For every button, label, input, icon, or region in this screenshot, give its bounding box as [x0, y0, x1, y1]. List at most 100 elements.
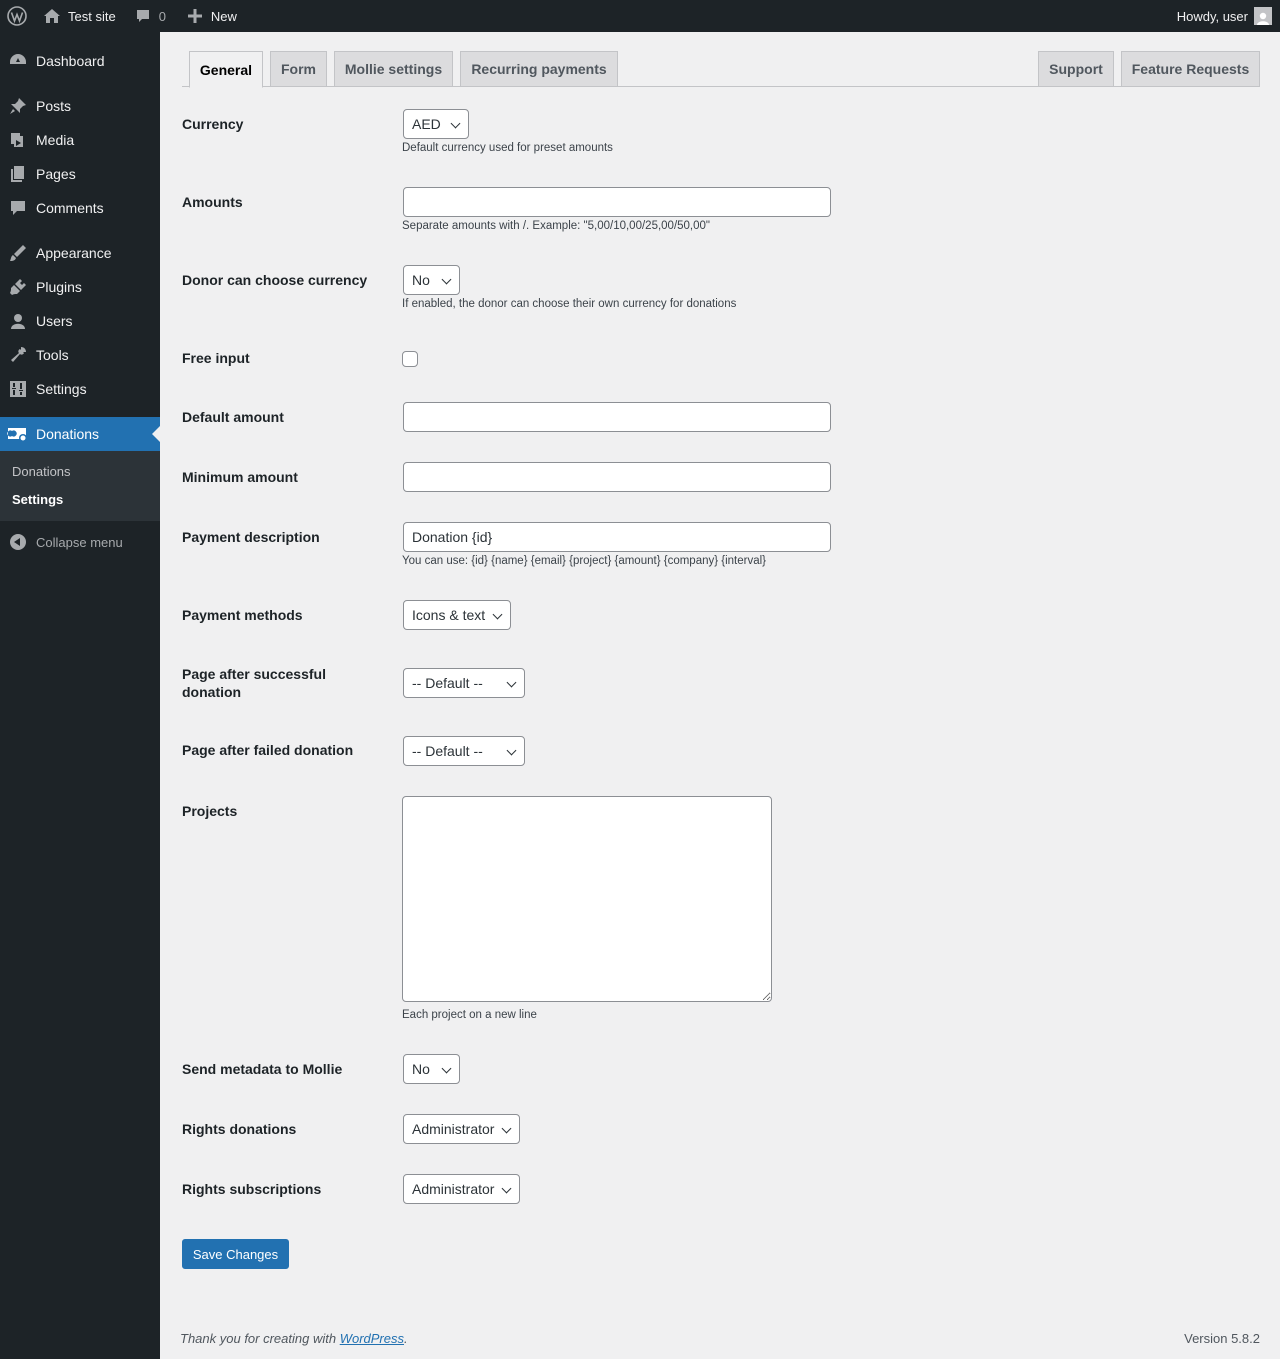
page-success-select[interactable]: -- Default -- — [403, 668, 525, 698]
sidebar-item-plugins[interactable]: Plugins — [0, 270, 160, 304]
tab-form[interactable]: Form — [270, 51, 327, 87]
submenu-item-settings[interactable]: Settings — [12, 492, 63, 507]
wordpress-logo-icon — [7, 6, 27, 26]
sidebar-item-users[interactable]: Users — [0, 304, 160, 338]
tab-support[interactable]: Support — [1038, 51, 1114, 87]
rights-subscriptions-value: Administrator — [412, 1181, 495, 1197]
currency-select[interactable]: AED — [403, 109, 469, 139]
amounts-input[interactable] — [403, 187, 831, 217]
minimum-amount-input[interactable] — [403, 462, 831, 492]
amounts-description: Separate amounts with /. Example: "5,00/… — [402, 220, 711, 232]
user-icon — [0, 312, 36, 330]
projects-textarea[interactable] — [402, 796, 772, 1002]
currency-value: AED — [412, 116, 441, 132]
sidebar-item-label: Tools — [36, 347, 69, 363]
plug-icon — [0, 278, 36, 296]
amounts-label: Amounts — [182, 194, 243, 210]
sidebar-item-donations[interactable]: Donations — [0, 417, 160, 451]
rights-donations-select[interactable]: Administrator — [403, 1114, 520, 1144]
send-metadata-label: Send metadata to Mollie — [182, 1061, 343, 1077]
admin-sidebar: Dashboard Posts Media Pages Comments App… — [0, 32, 160, 1359]
donation-icon — [0, 425, 36, 443]
chevron-down-icon — [450, 118, 461, 129]
donations-submenu: Donations Settings — [0, 451, 160, 521]
payment-description-label: Payment description — [182, 529, 320, 545]
tab-recurring-payments[interactable]: Recurring payments — [460, 51, 618, 87]
wordpress-logo-menu[interactable] — [0, 0, 34, 32]
brush-icon — [0, 244, 36, 262]
payment-description-input[interactable] — [403, 522, 831, 552]
site-name: Test site — [68, 8, 116, 24]
settings-tabs: General Form Mollie settings Recurring p… — [182, 50, 1260, 88]
rights-donations-value: Administrator — [412, 1121, 495, 1137]
page-failed-select[interactable]: -- Default -- — [403, 736, 525, 766]
new-content-link[interactable]: New — [173, 0, 244, 32]
plus-icon — [185, 6, 205, 26]
page-success-value: -- Default -- — [412, 675, 483, 691]
site-name-link[interactable]: Test site — [34, 0, 123, 32]
chevron-down-icon — [501, 1183, 512, 1194]
wrench-icon — [0, 346, 36, 364]
wordpress-link[interactable]: WordPress — [340, 1331, 404, 1346]
account-menu[interactable]: Howdy, user — [1170, 0, 1280, 32]
default-amount-input[interactable] — [403, 402, 831, 432]
collapse-menu-button[interactable]: Collapse menu — [0, 527, 160, 557]
tab-mollie-settings[interactable]: Mollie settings — [334, 51, 453, 87]
sidebar-item-label: Settings — [36, 381, 87, 397]
comments-link[interactable]: 0 — [123, 0, 173, 32]
chevron-down-icon — [506, 745, 517, 756]
donor-currency-description: If enabled, the donor can choose their o… — [402, 298, 737, 310]
sidebar-item-label: Media — [36, 132, 75, 148]
sidebar-item-label: Users — [36, 313, 73, 329]
comment-bubble-icon — [133, 6, 153, 26]
chevron-down-icon — [441, 274, 452, 285]
payment-methods-label: Payment methods — [182, 607, 303, 623]
comments-count: 0 — [158, 8, 166, 24]
sidebar-item-label: Pages — [36, 166, 76, 182]
dashboard-icon — [0, 52, 36, 70]
donor-currency-value: No — [412, 272, 430, 288]
send-metadata-select[interactable]: No — [403, 1054, 460, 1084]
sidebar-item-tools[interactable]: Tools — [0, 338, 160, 372]
sidebar-item-label: Donations — [36, 426, 100, 442]
currency-description: Default currency used for preset amounts — [402, 142, 613, 154]
new-label: New — [210, 8, 237, 24]
submenu-item-donations[interactable]: Donations — [12, 464, 71, 479]
footer-thanks-suffix: . — [404, 1331, 408, 1346]
rights-subscriptions-label: Rights subscriptions — [182, 1181, 322, 1197]
chevron-down-icon — [492, 609, 503, 620]
sidebar-item-comments[interactable]: Comments — [0, 191, 160, 225]
tab-general[interactable]: General — [189, 51, 263, 88]
page-failed-label: Page after failed donation — [182, 742, 354, 758]
chevron-down-icon — [501, 1123, 512, 1134]
free-input-label: Free input — [182, 350, 250, 366]
sidebar-item-label: Posts — [36, 98, 72, 114]
rights-subscriptions-select[interactable]: Administrator — [403, 1174, 520, 1204]
sidebar-item-media[interactable]: Media — [0, 123, 160, 157]
minimum-amount-label: Minimum amount — [182, 469, 298, 485]
howdy-text: Howdy, user — [1176, 8, 1248, 24]
payment-methods-select[interactable]: Icons & text — [403, 600, 511, 630]
sidebar-item-appearance[interactable]: Appearance — [0, 236, 160, 270]
donor-currency-select[interactable]: No — [403, 265, 460, 295]
version-text: Version 5.8.2 — [1184, 1331, 1260, 1346]
chevron-down-icon — [441, 1063, 452, 1074]
default-amount-label: Default amount — [182, 409, 284, 425]
sliders-icon — [0, 380, 36, 398]
donor-currency-label: Donor can choose currency — [182, 272, 368, 288]
sidebar-item-dashboard[interactable]: Dashboard — [0, 44, 160, 78]
tab-feature-requests[interactable]: Feature Requests — [1121, 51, 1260, 87]
sidebar-item-label: Appearance — [36, 245, 112, 261]
sidebar-item-settings[interactable]: Settings — [0, 372, 160, 406]
save-changes-button[interactable]: Save Changes — [182, 1239, 289, 1269]
sidebar-item-posts[interactable]: Posts — [0, 89, 160, 123]
pin-icon — [0, 97, 36, 115]
sidebar-item-pages[interactable]: Pages — [0, 157, 160, 191]
free-input-checkbox[interactable] — [402, 351, 418, 367]
media-icon — [0, 131, 36, 149]
send-metadata-value: No — [412, 1061, 430, 1077]
sidebar-item-label: Comments — [36, 200, 104, 216]
page-success-label: Page after successful donation — [182, 666, 326, 700]
collapse-label: Collapse menu — [36, 534, 123, 550]
projects-label: Projects — [182, 803, 238, 819]
